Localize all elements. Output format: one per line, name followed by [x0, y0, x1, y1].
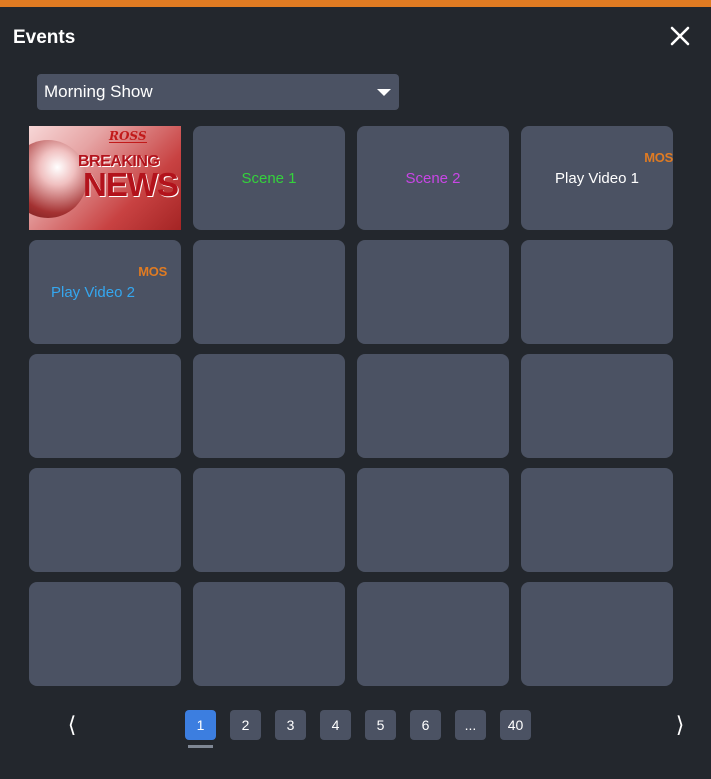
page-list: 1 2 3 4 5 6 ... 40 [185, 710, 531, 748]
chevron-left-icon[interactable]: ⟨ [62, 710, 82, 740]
pagination: ⟨ 1 2 3 4 5 6 ... 40 ⟩ [0, 710, 711, 748]
events-panel: Events Morning Show ROSS BREAKING NEWS S… [0, 0, 711, 779]
event-tile-empty[interactable] [193, 354, 345, 458]
show-select-value: Morning Show [44, 82, 153, 101]
close-icon[interactable] [669, 25, 691, 47]
event-tile-empty[interactable] [193, 468, 345, 572]
thumbnail-line2: NEWS [83, 166, 179, 203]
event-tile-empty[interactable] [357, 240, 509, 344]
page-button-5[interactable]: 5 [365, 710, 396, 740]
event-tile-play-video-2[interactable]: MOS Play Video 2 [29, 240, 181, 344]
event-label: Play Video 1 [555, 169, 639, 187]
event-tile-empty[interactable] [521, 240, 673, 344]
event-tile-scene-1[interactable]: Scene 1 [193, 126, 345, 230]
page-button-4[interactable]: 4 [320, 710, 351, 740]
breaking-news-thumbnail: ROSS BREAKING NEWS [29, 126, 181, 230]
event-tile-empty[interactable] [521, 582, 673, 686]
event-label: Play Video 2 [51, 284, 135, 301]
mos-badge: MOS [644, 150, 673, 165]
event-tile-empty[interactable] [29, 582, 181, 686]
thumbnail-brand: ROSS [109, 129, 147, 143]
mos-badge: MOS [138, 264, 167, 279]
page-button-40[interactable]: 40 [500, 710, 531, 740]
event-tile-empty[interactable] [521, 468, 673, 572]
event-label: Scene 1 [241, 169, 297, 187]
event-tile-empty[interactable] [193, 240, 345, 344]
event-tile-empty[interactable] [357, 354, 509, 458]
page-button-3[interactable]: 3 [275, 710, 306, 740]
page-button-2[interactable]: 2 [230, 710, 261, 740]
globe-graphic [29, 140, 87, 218]
event-tile-empty[interactable] [357, 468, 509, 572]
event-label: Scene 2 [405, 169, 461, 187]
event-tile-empty[interactable] [521, 354, 673, 458]
event-tile-play-video-1[interactable]: MOS Play Video 1 [521, 126, 673, 230]
chevron-down-icon [377, 89, 391, 96]
show-select[interactable]: Morning Show [37, 74, 399, 110]
event-tile-empty[interactable] [193, 582, 345, 686]
event-tile-empty[interactable] [29, 354, 181, 458]
panel-title: Events [13, 27, 76, 48]
event-tile-scene-2[interactable]: Scene 2 [357, 126, 509, 230]
event-tile-empty[interactable] [29, 468, 181, 572]
event-tile-empty[interactable] [357, 582, 509, 686]
event-grid: ROSS BREAKING NEWS Scene 1 Scene 2 MOS P… [29, 126, 673, 686]
page-button-6[interactable]: 6 [410, 710, 441, 740]
page-ellipsis-button[interactable]: ... [455, 710, 486, 740]
event-tile-breaking-news[interactable]: ROSS BREAKING NEWS [29, 126, 181, 230]
chevron-right-icon[interactable]: ⟩ [670, 710, 690, 740]
page-button-1[interactable]: 1 [185, 710, 216, 748]
panel-header: Events [0, 7, 711, 67]
